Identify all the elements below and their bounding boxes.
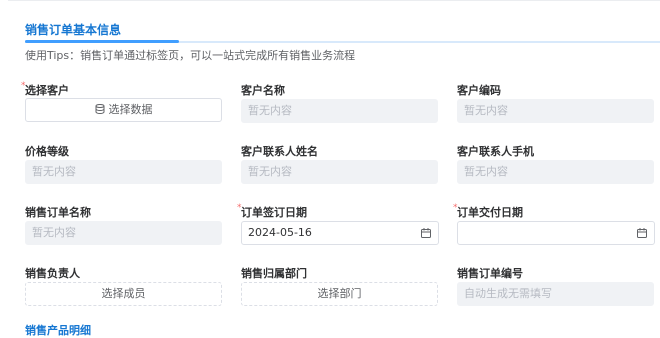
contact-phone-label: 客户联系人手机 [457, 145, 534, 158]
select-department-button[interactable]: 选择部门 [241, 282, 438, 306]
order-no-label: 销售订单编号 [457, 267, 523, 280]
customer-code-label: 客户编码 [457, 84, 501, 97]
delivery-date-picker[interactable] [457, 221, 655, 245]
delivery-date-label: 订单交付日期 [457, 206, 523, 219]
department-label: 销售归属部门 [241, 267, 307, 280]
customer-name-label: 客户名称 [241, 84, 285, 97]
calendar-icon [637, 228, 647, 238]
customer-code-field: 暂无内容 [457, 99, 654, 123]
database-icon [95, 104, 104, 114]
order-name-label: 销售订单名称 [25, 206, 91, 219]
select-owner-button[interactable]: 选择成员 [25, 282, 222, 306]
price-level-field: 暂无内容 [25, 160, 222, 184]
tips-text: 使用Tips：销售订单通过标签页，可以一站式完成所有销售业务流程 [25, 49, 356, 62]
contact-phone-field: 暂无内容 [457, 160, 654, 184]
order-no-field: 自动生成无需填写 [457, 282, 654, 306]
sign-date-label: 订单签订日期 [241, 206, 307, 219]
order-name-field: 暂无内容 [25, 221, 222, 245]
calendar-icon [421, 228, 431, 238]
contact-name-label: 客户联系人姓名 [241, 145, 318, 158]
sign-date-picker[interactable]: 2024-05-16 [241, 221, 439, 245]
customer-label: 选择客户 [25, 84, 69, 97]
tab-basic-info[interactable]: 销售订单基本信息 [25, 21, 121, 38]
divider [8, 0, 660, 1]
price-level-label: 价格等级 [25, 145, 69, 158]
select-customer-button[interactable]: 选择数据 [25, 98, 222, 122]
form-panel: 销售订单基本信息 使用Tips：销售订单通过标签页，可以一站式完成所有销售业务流… [8, 0, 660, 337]
tab-active-indicator [25, 40, 179, 43]
owner-label: 销售负责人 [25, 267, 80, 280]
sign-date-value: 2024-05-16 [248, 226, 312, 239]
contact-name-field: 暂无内容 [241, 160, 438, 184]
customer-name-field: 暂无内容 [241, 99, 438, 123]
next-section-title[interactable]: 销售产品明细 [25, 322, 91, 338]
select-customer-label: 选择数据 [108, 103, 153, 116]
